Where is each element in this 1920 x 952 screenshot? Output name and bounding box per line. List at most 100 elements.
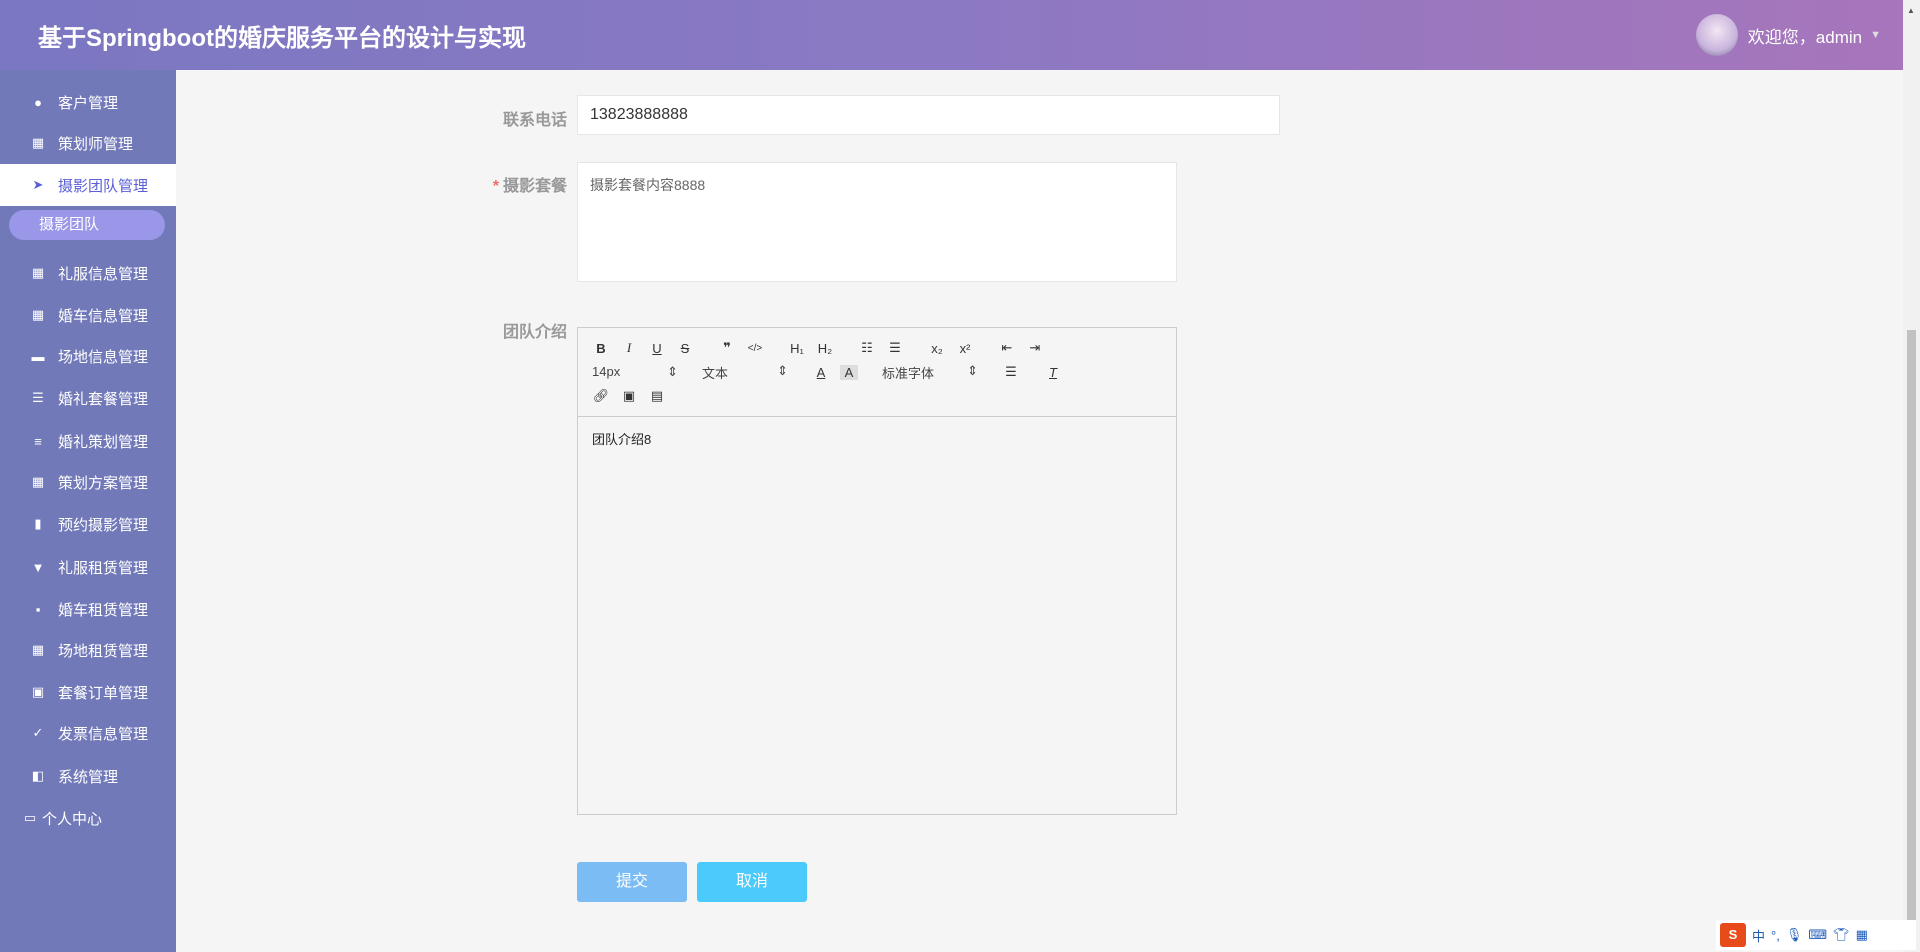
sliders-icon: ☰ (32, 390, 44, 405)
package-label-text: 摄影套餐 (502, 178, 567, 195)
sidebar-item-package[interactable]: ☰ 婚礼套餐管理 (0, 377, 176, 419)
clear-format-icon[interactable]: T (1044, 365, 1062, 380)
h1-icon[interactable]: H₁ (788, 341, 806, 356)
indent-icon[interactable]: ⇥ (1026, 340, 1044, 356)
grid-icon: ▦ (31, 265, 45, 280)
scroll-up-icon[interactable]: ▲ (1907, 6, 1915, 15)
book-icon: ▮ (34, 516, 42, 531)
code-icon[interactable]: </> (746, 343, 764, 354)
editor-toolbar: B I U S ❞ </> H₁ H₂ ☷ ☰ x₂ x² ⇤ ⇥ 14px ⇕ … (578, 328, 1176, 417)
sidebar-item-personal[interactable]: ▭ 个人中心 (0, 797, 176, 839)
header-value: 文本 (702, 365, 729, 381)
strike-icon[interactable]: S (676, 341, 694, 356)
skin-icon[interactable]: 👕︎ (1833, 927, 1850, 943)
sidebar-item-invoice[interactable]: ✓ 发票信息管理 (0, 712, 176, 754)
package-label: * 摄影套餐 (493, 172, 567, 196)
sidebar: ● 客户管理 ▦ 策划师管理 ➤ 摄影团队管理 摄影团队 ▦ 礼服信息管理 ▦ 婚车信息管… (0, 70, 176, 952)
brush-icon: ▼ (31, 559, 45, 575)
chat-icon: ▪ (35, 601, 41, 617)
sidebar-item-car-rental[interactable]: ▪ 婚车租赁管理 (0, 588, 176, 630)
ime-language[interactable]: 中 (1752, 926, 1765, 945)
sidebar-item-customers[interactable]: ● 客户管理 (0, 81, 176, 123)
required-mark: * (492, 178, 499, 195)
superscript-icon[interactable]: x² (956, 341, 974, 356)
updown-icon: ⇕ (777, 362, 788, 378)
sidebar-item-planners[interactable]: ▦ 策划师管理 (0, 122, 176, 164)
sidebar-item-dress-rental[interactable]: ▼ 礼服租赁管理 (0, 546, 176, 588)
font-size-select[interactable]: 14px ⇕ (592, 364, 678, 380)
sidebar-item-booking[interactable]: ▮ 预约摄影管理 (0, 503, 176, 545)
updown-icon: ⇕ (967, 362, 978, 378)
caret-down-icon[interactable]: ▼ (1870, 29, 1881, 41)
sidebar-item-label: 策划方案管理 (58, 474, 149, 492)
app-title: 基于Springboot的婚庆服务平台的设计与实现 (38, 25, 526, 52)
scrollbar-thumb[interactable] (1907, 330, 1916, 920)
package-textarea[interactable]: 摄影套餐内容8888 (577, 162, 1177, 282)
sidebar-item-label: 摄影团队管理 (58, 177, 149, 195)
sidebar-item-planning[interactable]: ≡ 婚礼策划管理 (0, 420, 176, 462)
phone-input[interactable]: 13823888888 (577, 95, 1280, 135)
sidebar-item-label: 策划师管理 (58, 135, 134, 153)
sidebar-item-plans[interactable]: ▦ 策划方案管理 (0, 461, 176, 503)
sidebar-item-label: 场地信息管理 (58, 348, 149, 366)
chart-icon: ▣ (31, 684, 45, 699)
grid-icon: ▦ (31, 135, 45, 150)
sidebar-item-car[interactable]: ▦ 婚车信息管理 (0, 294, 176, 336)
updown-icon: ⇕ (667, 364, 678, 379)
sidebar-item-orders[interactable]: ▣ 套餐订单管理 (0, 671, 176, 713)
welcome-text[interactable]: 欢迎您，admin (1748, 23, 1862, 48)
sidebar-item-label: 场地租赁管理 (58, 642, 149, 660)
user-menu[interactable]: 欢迎您，admin ▼ (1695, 14, 1881, 56)
image-icon[interactable]: ▣ (620, 388, 638, 404)
sidebar-subitem-photo-team[interactable]: 摄影团队 (9, 210, 165, 240)
bullet-list-icon[interactable]: ☰ (886, 340, 904, 356)
sidebar-item-label: 婚车租赁管理 (58, 601, 149, 619)
bulb-icon: ● (34, 94, 42, 110)
background-color-icon[interactable]: A (840, 364, 858, 380)
sogou-logo-icon: S (1720, 923, 1746, 947)
underline-icon[interactable]: U (648, 341, 666, 356)
sidebar-item-venue[interactable]: ▬ 场地信息管理 (0, 335, 176, 377)
font-size-value: 14px (592, 364, 621, 379)
link-icon[interactable]: 🔗︎ (592, 388, 610, 404)
submit-button[interactable]: 提交 (577, 862, 687, 902)
grid-icon[interactable]: ▦ (1856, 927, 1868, 943)
intro-label: 团队介绍 (502, 324, 567, 341)
cancel-button[interactable]: 取消 (697, 862, 807, 902)
sidebar-item-label: 发票信息管理 (58, 725, 149, 743)
video-icon[interactable]: ▤ (648, 388, 666, 404)
font-family-value: 标准字体 (882, 365, 935, 381)
page-scrollbar[interactable]: ▲ (1903, 0, 1920, 952)
keyboard-icon[interactable]: ⌨ (1808, 927, 1827, 943)
ticket-icon: ▬ (31, 348, 45, 364)
sidebar-item-photo-team[interactable]: ➤ 摄影团队管理 (0, 164, 176, 206)
sidebar-item-dress[interactable]: ▦ 礼服信息管理 (0, 252, 176, 294)
avatar[interactable] (1695, 14, 1738, 56)
app-header: 基于Springboot的婚庆服务平台的设计与实现 欢迎您，admin ▼ (0, 0, 1903, 70)
editor-content[interactable]: 团队介绍8 (578, 417, 1176, 460)
header-select[interactable]: 文本 ⇕ (702, 363, 788, 382)
sidebar-item-venue-rental[interactable]: ▦ 场地租赁管理 (0, 629, 176, 671)
card-icon: ▭ (23, 810, 37, 825)
sidebar-item-label: 系统管理 (58, 768, 119, 786)
grid-icon: ▦ (31, 307, 45, 322)
punctuation-icon[interactable]: °, (1771, 928, 1780, 943)
mic-icon[interactable]: 🎙︎ (1786, 927, 1803, 943)
h2-icon[interactable]: H₂ (816, 341, 834, 356)
ime-toolbar: S 中 °, 🎙︎ ⌨ 👕︎ ▦ (1716, 920, 1916, 950)
sidebar-item-label: 套餐订单管理 (58, 684, 149, 702)
sidebar-item-label: 婚车信息管理 (58, 307, 149, 325)
ordered-list-icon[interactable]: ☷ (858, 340, 876, 356)
blockquote-icon[interactable]: ❞ (718, 340, 736, 356)
outdent-icon[interactable]: ⇤ (998, 340, 1016, 356)
italic-icon[interactable]: I (620, 340, 638, 356)
sidebar-item-system[interactable]: ◧ 系统管理 (0, 755, 176, 797)
sidebar-item-label: 婚礼策划管理 (58, 433, 149, 451)
bold-icon[interactable]: B (592, 341, 610, 356)
font-family-select[interactable]: 标准字体 ⇕ (882, 363, 978, 382)
subscript-icon[interactable]: x₂ (928, 341, 946, 356)
grid-icon: ▦ (31, 474, 45, 489)
font-color-icon[interactable]: A (812, 365, 830, 380)
sidebar-item-label: 礼服信息管理 (58, 265, 149, 283)
align-icon[interactable]: ☰ (1002, 364, 1020, 380)
